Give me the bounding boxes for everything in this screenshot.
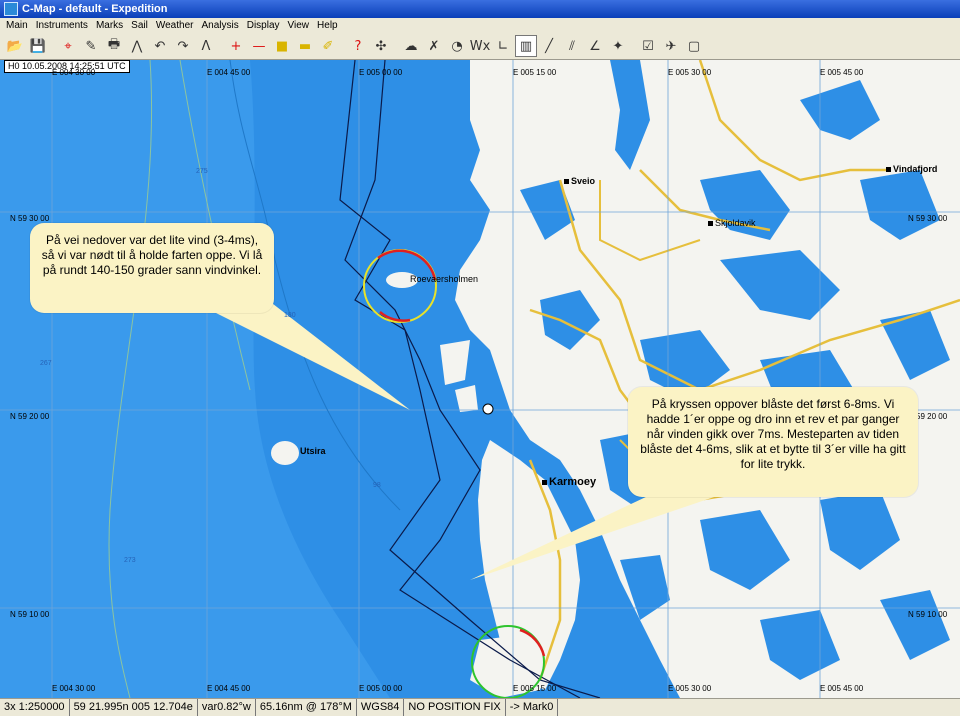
status-fix: NO POSITION FIX (404, 699, 506, 716)
menu-weather[interactable]: Weather (156, 18, 194, 33)
menu-instruments[interactable]: Instruments (36, 18, 88, 33)
place-roevaersholmen: Roevaersholmen (410, 274, 479, 284)
measure-icon[interactable]: ✗ (423, 35, 445, 57)
place-sveio: Sveio (564, 176, 595, 186)
polar-icon[interactable]: ◔ (446, 35, 468, 57)
edit-icon[interactable]: ✎ (80, 35, 102, 57)
chart-canvas[interactable] (0, 60, 960, 698)
double-slash-icon[interactable]: ⫽ (561, 35, 583, 57)
undo-icon[interactable]: ↶ (149, 35, 171, 57)
line-icon[interactable]: — (248, 35, 270, 57)
route-icon[interactable]: ⋀ (126, 35, 148, 57)
status-mark: -> Mark0 (506, 699, 559, 716)
depth-sounding: 98 (373, 482, 381, 489)
window-title: C-Map - default - Expedition (22, 3, 168, 15)
waypoint-icon (482, 403, 494, 415)
app-icon (4, 2, 18, 16)
depth-sounding: 180 (284, 312, 296, 319)
callout-upwind: På kryssen oppover blåste det først 6-8m… (628, 387, 918, 497)
pen-icon[interactable]: ✐ (317, 35, 339, 57)
lon-label: E 005 30 00 (668, 684, 712, 693)
wx-icon[interactable]: Wx (469, 35, 491, 57)
status-datum: WGS84 (357, 699, 405, 716)
place-skjoldavik: Skjoldavik (708, 218, 756, 228)
lon-label: E 005 00 00 (359, 68, 403, 77)
menu-display[interactable]: Display (247, 18, 280, 33)
menu-view[interactable]: View (288, 18, 310, 33)
lon-label: E 004 45 00 (207, 684, 251, 693)
menu-bar: Main Instruments Marks Sail Weather Anal… (0, 18, 960, 33)
lat-label: N 59 30 00 (908, 214, 948, 223)
nautical-chart[interactable]: H0 10.05.2008 14:25:51 UTC E 004 30 00 E… (0, 60, 960, 698)
menu-help[interactable]: Help (317, 18, 338, 33)
place-karmoey: Karmoey (542, 476, 596, 488)
menu-sail[interactable]: Sail (131, 18, 148, 33)
gps-icon[interactable]: ✈ (660, 35, 682, 57)
wind-icon[interactable]: ✣ (370, 35, 392, 57)
lon-label: E 004 30 00 (52, 684, 96, 693)
tack-icon[interactable]: ∟ (492, 35, 514, 57)
window-icon[interactable]: ▢ (683, 35, 705, 57)
utsira-island (271, 441, 299, 465)
lat-label: N 59 30 00 (10, 214, 50, 223)
angle-icon[interactable]: ∠ (584, 35, 606, 57)
toolbar: 📂 💾 ⌖ ✎ 🖶 ⋀ ↶ ↷ Λ + — ■ ▬ ✐? ✣ ☁ ✗ ◔ Wx ∟ ▥ ╱ ⫽ ∠ ✦ ☑ ✈ ▢ (0, 33, 960, 60)
status-scale: 3x 1:250000 (0, 699, 70, 716)
depth-sounding: 275 (196, 168, 208, 175)
menu-main[interactable]: Main (6, 18, 28, 33)
lon-label: E 005 45 00 (820, 68, 864, 77)
status-position: 59 21.995n 005 12.704e (70, 699, 198, 716)
place-vindafjord: Vindafjord (886, 164, 937, 174)
box-icon[interactable]: ■ (271, 35, 293, 57)
lat-label: N 59 20 00 (10, 412, 50, 421)
lon-label: E 005 15 00 (513, 684, 557, 693)
menu-analysis[interactable]: Analysis (201, 18, 238, 33)
depth-sounding: 273 (124, 557, 136, 564)
lon-label: E 005 30 00 (668, 68, 712, 77)
cloud-icon[interactable]: ☁ (400, 35, 422, 57)
status-bar: 3x 1:250000 59 21.995n 005 12.704e var0.… (0, 698, 960, 716)
print-icon[interactable]: 🖶 (103, 35, 125, 57)
callout-downwind: På vei nedover var det lite vind (3-4ms)… (30, 223, 274, 313)
title-bar: C-Map - default - Expedition (0, 0, 960, 18)
lon-label: E 004 30 00 (52, 68, 96, 77)
lon-label: E 004 45 00 (207, 68, 251, 77)
add-mark-icon[interactable]: + (225, 35, 247, 57)
menu-marks[interactable]: Marks (96, 18, 123, 33)
lon-label: E 005 00 00 (359, 684, 403, 693)
slash-icon[interactable]: ╱ (538, 35, 560, 57)
help-icon[interactable]: ? (347, 35, 369, 57)
place-utsira: Utsira (300, 446, 326, 456)
depth-sounding: 267 (40, 360, 52, 367)
compass-icon[interactable]: ✦ (607, 35, 629, 57)
lon-label: E 005 15 00 (513, 68, 557, 77)
lon-label: E 005 45 00 (820, 684, 864, 693)
shallow-zone (0, 60, 390, 698)
lat-label: N 59 10 00 (908, 610, 948, 619)
open-icon[interactable]: 📂 (4, 35, 26, 57)
checklist-icon[interactable]: ☑ (637, 35, 659, 57)
lat-label: N 59 10 00 (10, 610, 50, 619)
crosshair-icon[interactable]: ⌖ (57, 35, 79, 57)
mark-line-icon[interactable]: Λ (195, 35, 217, 57)
status-variation: var0.82°w (198, 699, 256, 716)
grid-icon[interactable]: ▥ (515, 35, 537, 57)
status-range-bearing: 65.16nm @ 178°M (256, 699, 357, 716)
highlight-icon[interactable]: ▬ (294, 35, 316, 57)
redo-icon[interactable]: ↷ (172, 35, 194, 57)
save-icon[interactable]: 💾 (27, 35, 49, 57)
